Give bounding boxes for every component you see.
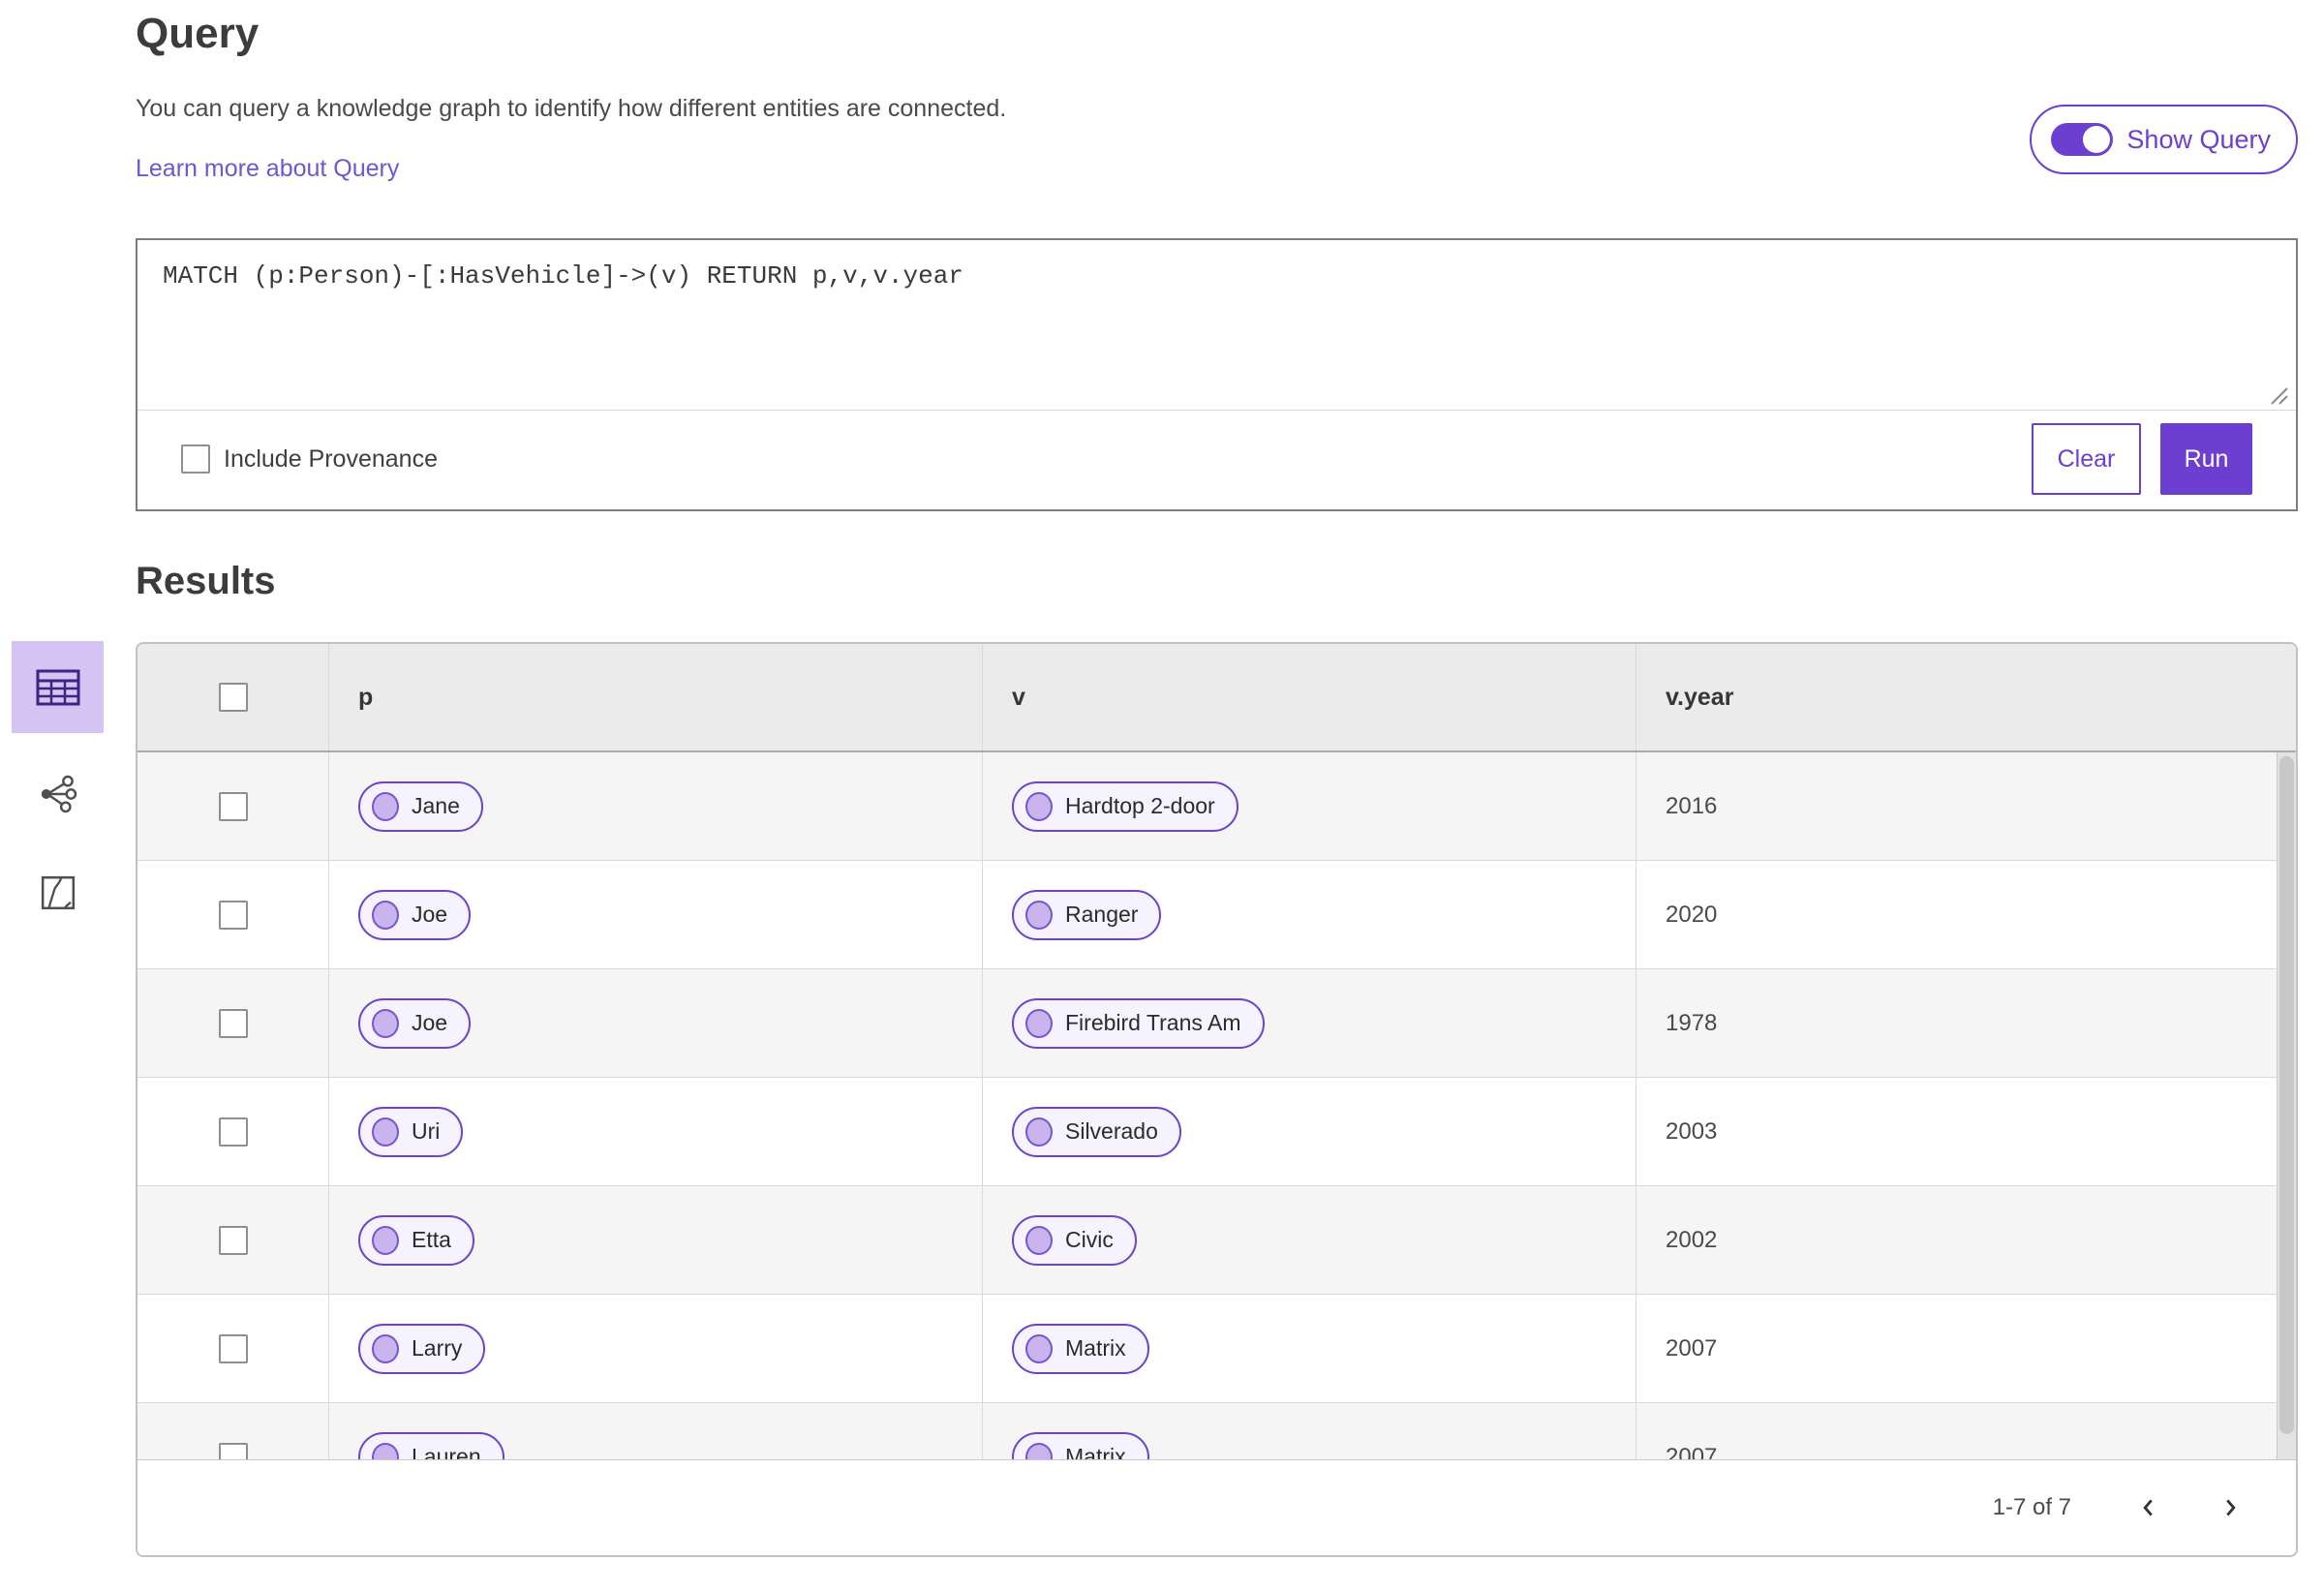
table-row: Etta Civic 2002 [138,1186,2296,1295]
table-header-row: p v v.year [138,644,2296,752]
vehicle-entity-pill[interactable]: Matrix [1012,1323,1149,1374]
entity-node-icon [372,1225,399,1255]
year-value: 2002 [1666,1226,1718,1253]
person-entity-pill[interactable]: Joe [358,997,472,1049]
entity-node-icon [372,900,399,930]
row-checkbox[interactable] [218,900,248,930]
person-entity-label: Joe [412,1010,448,1035]
query-panel-footer: Include Provenance Clear Run [138,409,2296,509]
toggle-switch-icon[interactable] [2051,123,2114,156]
vehicle-entity-label: Silverado [1065,1118,1158,1144]
row-checkbox[interactable] [218,1225,248,1255]
table-icon [36,669,79,705]
person-entity-pill[interactable]: Etta [358,1214,474,1266]
next-page-button[interactable] [2211,1488,2249,1527]
table-body: p v v.year Jane Hardtop 2-door 2016 Joe [138,644,2296,1463]
table-scrollbar[interactable] [2277,752,2296,1463]
person-entity-label: Uri [412,1118,441,1144]
vehicle-entity-pill[interactable]: Silverado [1012,1106,1181,1157]
entity-node-icon [1025,1333,1053,1363]
table-row: Jane Hardtop 2-door 2016 [138,752,2296,861]
chevron-left-icon [2143,1499,2153,1516]
vehicle-entity-label: Civic [1065,1227,1114,1252]
entity-node-icon [372,1117,399,1147]
pagination-range-label: 1-7 of 7 [1992,1494,2071,1520]
entity-node-icon [372,791,399,821]
table-row: Lauren Matrix 2007 [138,1403,2296,1463]
map-view-button[interactable] [12,859,104,927]
year-value: 2016 [1666,792,1718,819]
year-value: 1978 [1666,1009,1718,1036]
column-header-vyear[interactable]: v.year [1666,684,1733,712]
person-entity-label: Jane [412,793,460,818]
entity-node-icon [1025,1008,1053,1038]
toggle-knob [2083,126,2111,153]
vehicle-entity-label: Matrix [1065,1335,1126,1361]
vehicle-entity-pill[interactable]: Civic [1012,1214,1137,1266]
entity-node-icon [372,1333,399,1363]
table-row: Larry Matrix 2007 [138,1295,2296,1403]
row-checkbox[interactable] [218,1333,248,1363]
vehicle-entity-label: Hardtop 2-door [1065,793,1215,818]
entity-node-icon [1025,900,1053,930]
vehicle-entity-label: Ranger [1065,902,1139,927]
view-switcher [12,641,104,927]
chevron-right-icon [2226,1499,2236,1516]
row-checkbox[interactable] [218,791,248,821]
year-value: 2003 [1666,1117,1718,1145]
row-checkbox[interactable] [218,1117,248,1147]
select-all-checkbox[interactable] [218,683,248,712]
entity-node-icon [1025,1117,1053,1147]
vehicle-entity-pill[interactable]: Ranger [1012,889,1162,940]
person-entity-pill[interactable]: Jane [358,780,483,832]
table-row: Joe Ranger 2020 [138,861,2296,969]
entity-node-icon [1025,791,1053,821]
person-entity-label: Joe [412,902,448,927]
previous-page-button[interactable] [2129,1488,2168,1527]
year-value: 2020 [1666,901,1718,928]
person-entity-label: Larry [412,1335,463,1361]
entity-node-icon [1025,1225,1053,1255]
include-provenance-checkbox[interactable] [181,444,210,474]
person-entity-pill[interactable]: Joe [358,889,472,940]
clear-button[interactable]: Clear [2032,423,2141,495]
table-pagination: 1-7 of 7 [138,1459,2296,1555]
map-icon [41,875,75,910]
query-input[interactable]: MATCH (p:Person)-[:HasVehicle]->(v) RETU… [138,240,2296,411]
column-header-v[interactable]: v [1012,684,1025,712]
show-query-toggle[interactable]: Show Query [2030,105,2298,174]
include-provenance-label: Include Provenance [224,444,438,473]
table-row: Uri Silverado 2003 [138,1078,2296,1186]
page-title: Query [136,10,260,57]
results-title: Results [136,560,276,602]
graph-view-button[interactable] [12,760,104,828]
vehicle-entity-pill[interactable]: Hardtop 2-door [1012,780,1238,832]
column-header-p[interactable]: p [358,684,373,712]
person-entity-pill[interactable]: Larry [358,1323,486,1374]
table-row: Joe Firebird Trans Am 1978 [138,969,2296,1078]
learn-more-link[interactable]: Learn more about Query [136,155,399,183]
page-description: You can query a knowledge graph to ident… [136,95,1007,122]
vehicle-entity-pill[interactable]: Firebird Trans Am [1012,997,1265,1049]
entity-node-icon [372,1008,399,1038]
vehicle-entity-label: Firebird Trans Am [1065,1010,1241,1035]
row-checkbox[interactable] [218,1008,248,1038]
show-query-label: Show Query [2126,124,2271,154]
scrollbar-thumb[interactable] [2279,756,2294,1434]
year-value: 2007 [1666,1334,1718,1362]
table-view-button[interactable] [12,641,104,733]
run-button[interactable]: Run [2160,423,2252,495]
query-panel: MATCH (p:Person)-[:HasVehicle]->(v) RETU… [136,238,2298,511]
resize-grip-icon[interactable] [2267,383,2290,407]
table-rows: Jane Hardtop 2-door 2016 Joe Ranger 2020 [138,752,2296,1463]
results-table: p v v.year Jane Hardtop 2-door 2016 Joe [136,642,2298,1557]
graph-icon [41,775,76,813]
person-entity-label: Etta [412,1227,451,1252]
person-entity-pill[interactable]: Uri [358,1106,464,1157]
